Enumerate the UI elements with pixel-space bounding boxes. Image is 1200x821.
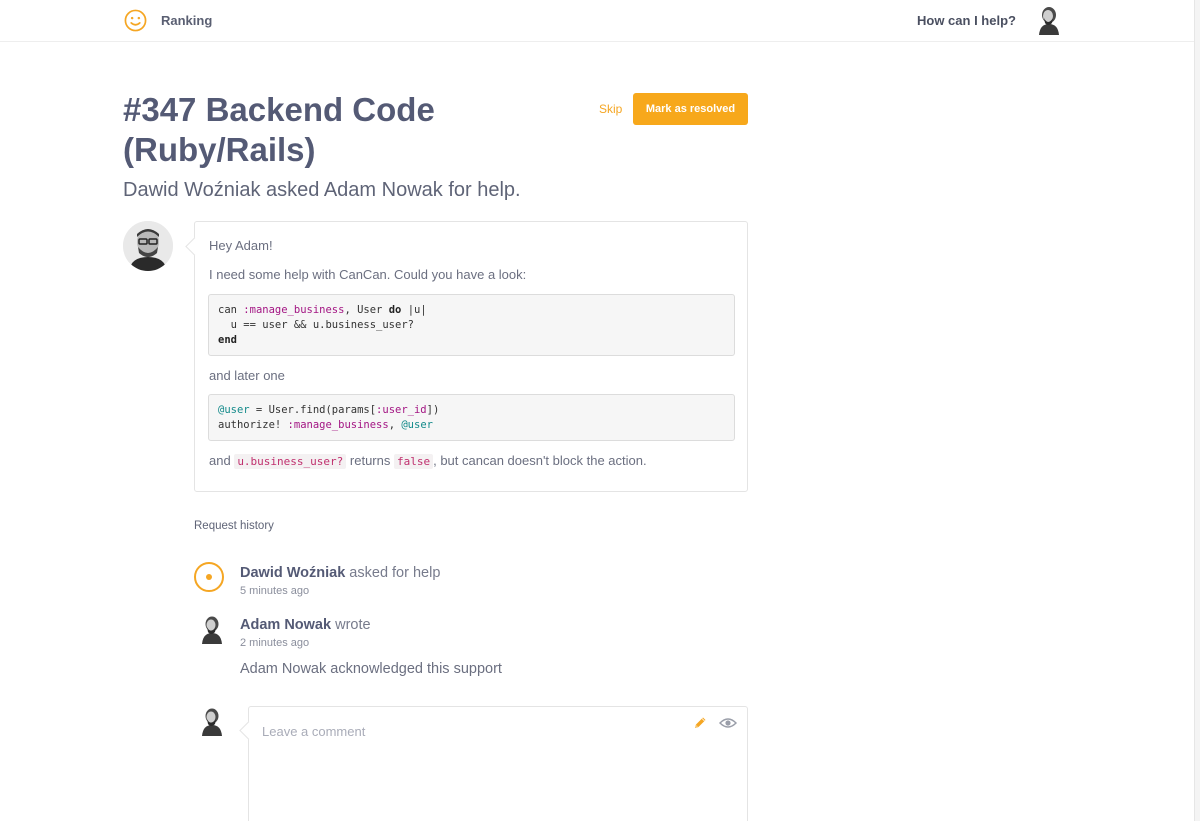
nav-ranking-link[interactable]: Ranking	[161, 13, 212, 28]
code-variable: @user	[218, 404, 250, 416]
request-subtitle: Dawid Woźniak asked Adam Nowak for help.	[123, 179, 521, 201]
author-avatar	[123, 221, 173, 271]
message-intro: I need some help with CanCan. Could you …	[209, 267, 527, 282]
event-user-name[interactable]: Adam Nowak	[240, 617, 331, 633]
inline-code: false	[393, 454, 434, 469]
code-text: , User	[344, 304, 389, 316]
message-outro: and u.business_user? returns false, but …	[209, 453, 647, 469]
mark-as-resolved-button[interactable]: Mark as resolved	[633, 93, 748, 125]
code-text: ,	[388, 419, 402, 431]
skip-link[interactable]: Skip	[599, 102, 622, 116]
event-action: asked for help	[345, 565, 441, 581]
outro-text: returns	[346, 453, 394, 468]
code-symbol: :manage_business	[287, 419, 389, 431]
code-block-1: can :manage_business, User do |u| u == u…	[208, 294, 735, 356]
top-navigation: Ranking How can I help?	[0, 0, 1194, 42]
code-text: authorize!	[218, 419, 288, 431]
request-message: Hey Adam! I need some help with CanCan. …	[194, 221, 748, 492]
code-keyword: do	[388, 304, 402, 316]
event-user-name[interactable]: Dawid Woźniak	[240, 565, 345, 581]
user-avatar-icon[interactable]	[1036, 5, 1062, 35]
code-block-2: @user = User.find(params[:user_id]) auth…	[208, 394, 735, 441]
code-text: |u|	[401, 304, 427, 316]
user-avatar-icon	[202, 708, 222, 736]
code-variable: @user	[401, 419, 433, 431]
code-keyword: end	[218, 334, 237, 346]
eye-icon[interactable]	[719, 716, 737, 730]
page-title: #347 Backend Code (Ruby/Rails)	[123, 91, 435, 168]
user-avatar-icon	[202, 616, 222, 644]
history-event-heading: Dawid Woźniak asked for help	[240, 565, 440, 581]
inline-code: u.business_user?	[234, 454, 347, 469]
history-event-heading: Adam Nowak wrote	[240, 617, 371, 633]
request-history-title: Request history	[194, 520, 274, 532]
message-between: and later one	[209, 368, 285, 383]
author-photo-icon	[123, 221, 173, 271]
window-edge	[1194, 0, 1200, 821]
outro-text: and	[209, 453, 235, 468]
history-event-time: 5 minutes ago	[240, 585, 310, 597]
code-symbol: :user_id	[376, 404, 427, 416]
history-event-time: 2 minutes ago	[240, 637, 310, 649]
history-event-body: Adam Nowak acknowledged this support	[240, 661, 502, 677]
pencil-icon[interactable]	[692, 715, 708, 731]
code-text: ])	[426, 404, 440, 416]
code-text: u == user && u.business_user?	[218, 319, 414, 331]
code-symbol: :manage_business	[243, 304, 345, 316]
event-action: wrote	[331, 617, 371, 633]
smiley-icon[interactable]	[124, 9, 147, 32]
code-text: = User.find(params[	[249, 404, 377, 416]
code-text: can	[218, 304, 244, 316]
nav-help-link[interactable]: How can I help?	[917, 13, 1016, 28]
target-icon	[194, 562, 224, 592]
comment-input[interactable]	[262, 721, 682, 741]
comment-box	[248, 706, 748, 821]
outro-text: , but cancan doesn't block the action.	[433, 453, 647, 468]
message-greeting: Hey Adam!	[209, 238, 273, 253]
